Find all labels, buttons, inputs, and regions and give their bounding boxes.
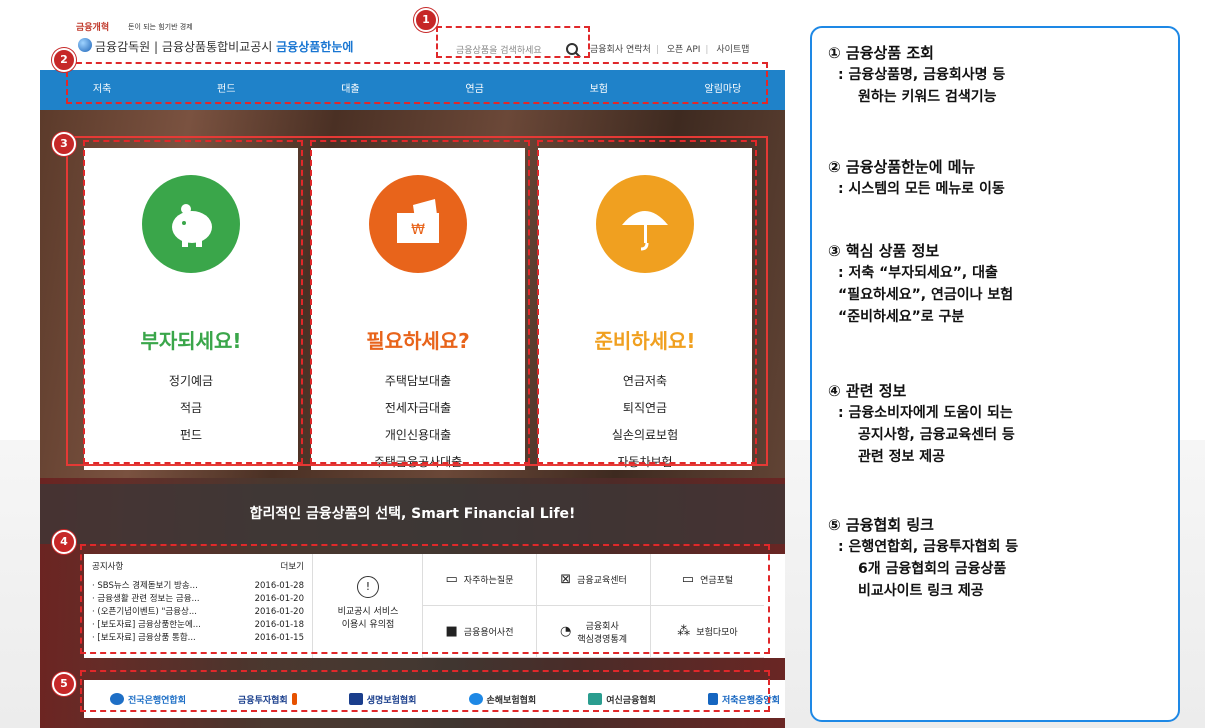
highlight-assoc [80,670,770,712]
fss-logo-icon [78,38,92,52]
top-links: 금융회사 연락처 | 오픈 API | 사이트맵 [590,45,750,55]
slogan-band: 합리적인 금융상품의 선택, Smart Financial Life! [40,484,785,544]
link-contacts[interactable]: 금융회사 연락처 [590,45,651,55]
title-brand: 금융상품한눈에 [276,40,354,54]
panel-item-1: ① 금융상품 조회 : 금융상품명, 금융회사명 등 원하는 키워드 검색기능 [828,44,1006,105]
marker-badge-1: 1 [414,8,438,32]
highlight-card-1 [83,140,303,464]
panel-item-4: ④ 관련 정보 : 금융소비자에게 도움이 되는 공지사항, 금융교육센터 등 관련… [828,382,1015,465]
title-separator: | [154,40,159,54]
site-title[interactable]: 금융감독원 | 금융상품통합비교공시 금융상품한눈에 [95,38,353,55]
title-fss: 금융감독원 [95,40,151,54]
highlight-card-3 [537,140,757,464]
explanation-panel: ① 금융상품 조회 : 금융상품명, 금융회사명 등 원하는 키워드 검색기능 ②… [810,26,1180,722]
link-open-api[interactable]: 오픈 API [667,45,701,55]
highlight-card-2 [310,140,530,464]
panel-item-5: ⑤ 금융협회 링크 : 은행연합회, 금융투자협회 등 6개 금융협회의 금융상품… [828,516,1019,599]
highlight-info [80,544,770,654]
highlight-search [436,26,590,58]
title-compare: 금융상품통합비교공시 [161,40,273,54]
marker-badge-5: 5 [52,672,76,696]
marker-badge-2: 2 [52,48,76,72]
reform-logo: 금융개혁 [76,23,110,33]
highlight-nav [66,62,768,104]
link-sitemap[interactable]: 사이트맵 [716,45,749,55]
panel-item-3: ③ 핵심 상품 정보 : 저축 “부자되세요”, 대출 “필요하세요”, 연금이나… [828,242,1014,325]
marker-badge-3: 3 [52,132,76,156]
reform-tagline: 돈이 되는 힘기반 경제 [128,23,193,31]
marker-badge-4: 4 [52,530,76,554]
panel-item-2: ② 금융상품한눈에 메뉴 : 시스템의 모든 메뉴로 이동 [828,158,1005,197]
